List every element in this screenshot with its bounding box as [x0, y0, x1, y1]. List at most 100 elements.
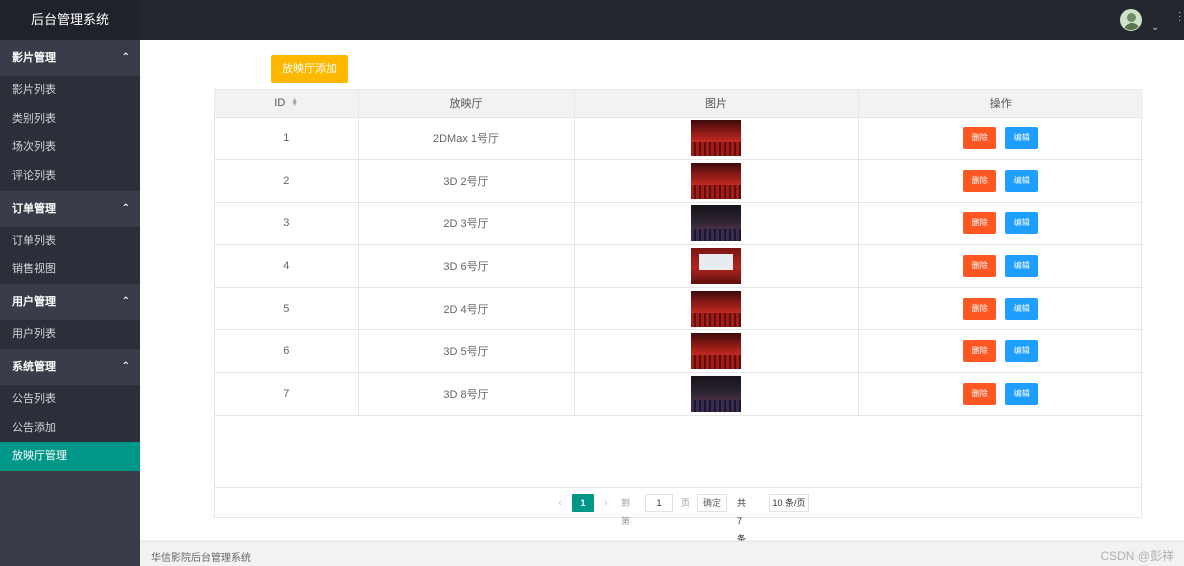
- cell-id: 7: [215, 372, 359, 416]
- cell-id: 1: [215, 117, 359, 161]
- watermark: CSDN @彭祥: [1100, 549, 1174, 563]
- chevron-up-icon: ⌃: [121, 52, 130, 63]
- sort-icon[interactable]: ▲ ▼: [291, 97, 298, 108]
- table-row: 4 3D 6号厅 删除 编辑: [215, 244, 1143, 288]
- hall-thumbnail-image: [691, 162, 741, 199]
- cell-hall: 2D 4号厅: [358, 287, 575, 331]
- cell-id: 5: [215, 287, 359, 331]
- cell-id: 6: [215, 329, 359, 374]
- cell-actions: 删除 编辑: [858, 117, 1143, 161]
- cell-actions: 删除 编辑: [858, 244, 1143, 288]
- table-row: 5 2D 4号厅 删除 编辑: [215, 287, 1143, 331]
- menu-group-user[interactable]: 用户管理 ⌃: [0, 284, 140, 321]
- edit-button[interactable]: 编辑: [1005, 255, 1039, 278]
- cell-image: [574, 244, 859, 288]
- hall-thumbnail-image: [691, 120, 741, 157]
- cell-hall: 3D 8号厅: [358, 372, 575, 416]
- sidebar-nav: 影片管理 ⌃ 影片列表 类别列表 场次列表 评论列表 订单管理 ⌃ 订单列表 销…: [0, 40, 140, 566]
- cell-hall: 3D 6号厅: [358, 244, 575, 288]
- table-row: 3 2D 3号厅 删除 编辑: [215, 202, 1143, 246]
- cell-image: [574, 159, 859, 203]
- edit-button[interactable]: 编辑: [1005, 382, 1039, 405]
- app-title: 后台管理系统: [0, 0, 140, 40]
- edit-button[interactable]: 编辑: [1005, 297, 1039, 320]
- hall-thumbnail-image: [691, 205, 741, 242]
- hall-thumbnail-image: [691, 333, 741, 370]
- cell-image: [574, 117, 859, 161]
- delete-button[interactable]: 删除: [963, 127, 997, 150]
- column-header-image: 图片: [574, 90, 859, 118]
- total-count: 共 7 条: [737, 498, 747, 544]
- add-hall-button[interactable]: 放映厅添加: [271, 55, 348, 83]
- sidebar-item-session-list[interactable]: 场次列表: [0, 133, 140, 162]
- goto-label: 到第: [621, 498, 631, 526]
- cell-image: [574, 287, 859, 331]
- menu-group-items: 公告列表 公告添加 放映厅管理: [0, 384, 140, 471]
- sidebar-item-notice-list[interactable]: 公告列表: [0, 385, 140, 414]
- footer: 华信影院后台管理系统 CSDN @彭祥: [140, 541, 1184, 566]
- cell-hall: 3D 5号厅: [358, 329, 575, 374]
- column-header-actions: 操作: [858, 90, 1143, 118]
- cell-actions: 删除 编辑: [858, 287, 1143, 331]
- hall-thumbnail-image: [691, 290, 741, 327]
- delete-button[interactable]: 删除: [963, 169, 997, 192]
- cell-image: [574, 372, 859, 416]
- sidebar-item-category-list[interactable]: 类别列表: [0, 105, 140, 134]
- edit-button[interactable]: 编辑: [1005, 212, 1039, 235]
- goto-confirm-button[interactable]: 确定: [697, 494, 727, 512]
- sidebar-item-comment-list[interactable]: 评论列表: [0, 162, 140, 191]
- hall-thumbnail-image: [691, 375, 741, 412]
- main-content: 放映厅添加 ID ▲ ▼ 放映厅 图片 操作 1 2DMax 1号厅 删除 编辑…: [140, 40, 1184, 544]
- cell-hall: 2D 3号厅: [358, 202, 575, 246]
- menu-group-items: 影片列表 类别列表 场次列表 评论列表: [0, 76, 140, 191]
- delete-button[interactable]: 删除: [963, 212, 997, 235]
- delete-button[interactable]: 删除: [963, 340, 997, 363]
- menu-group-film[interactable]: 影片管理 ⌃: [0, 40, 140, 76]
- sidebar-item-film-list[interactable]: 影片列表: [0, 76, 140, 105]
- menu-group-system[interactable]: 系统管理 ⌃: [0, 348, 140, 385]
- column-header-label: ID: [274, 97, 286, 110]
- cell-id: 4: [215, 244, 359, 288]
- sidebar-item-notice-add[interactable]: 公告添加: [0, 414, 140, 443]
- table-row: 2 3D 2号厅 删除 编辑: [215, 159, 1143, 203]
- cell-actions: 删除 编辑: [858, 202, 1143, 246]
- menu-group-label: 系统管理: [12, 360, 56, 373]
- edit-button[interactable]: 编辑: [1005, 127, 1039, 150]
- top-header: 后台管理系统 ⌄ · · ·: [0, 0, 1184, 40]
- goto-page-input[interactable]: 1: [645, 494, 673, 512]
- app-root: 后台管理系统 ⌄ · · · 影片管理 ⌃ 影片列表 类别列表 场次列表 评论列表 …: [0, 0, 1184, 566]
- chevron-left-icon[interactable]: ‹: [553, 494, 567, 512]
- sidebar-item-user-list[interactable]: 用户列表: [0, 320, 140, 349]
- cell-actions: 删除 编辑: [858, 329, 1143, 374]
- sidebar-item-sales-view[interactable]: 销售视图: [0, 255, 140, 284]
- cell-actions: 删除 编辑: [858, 159, 1143, 203]
- menu-group-order[interactable]: 订单管理 ⌃: [0, 190, 140, 227]
- chevron-right-icon[interactable]: ›: [599, 494, 613, 512]
- page-size-select[interactable]: 10 条/页: [769, 494, 809, 512]
- more-vertical-icon[interactable]: · · ·: [1178, 8, 1181, 26]
- delete-button[interactable]: 删除: [963, 297, 997, 320]
- page-label: 页: [681, 498, 691, 508]
- cell-hall: 2DMax 1号厅: [358, 117, 575, 161]
- column-header-id[interactable]: ID ▲ ▼: [215, 90, 359, 118]
- current-page-button[interactable]: 1: [572, 494, 594, 512]
- table-row: 1 2DMax 1号厅 删除 编辑: [215, 117, 1143, 161]
- sidebar-item-order-list[interactable]: 订单列表: [0, 227, 140, 256]
- chevron-down-icon[interactable]: ⌄: [1151, 22, 1159, 33]
- edit-button[interactable]: 编辑: [1005, 169, 1039, 192]
- footer-text: 华信影院后台管理系统: [151, 553, 251, 564]
- cell-image: [574, 329, 859, 374]
- user-avatar[interactable]: [1120, 9, 1142, 31]
- cell-id: 3: [215, 202, 359, 246]
- chevron-up-icon: ⌃: [121, 296, 130, 308]
- edit-button[interactable]: 编辑: [1005, 340, 1039, 363]
- delete-button[interactable]: 删除: [963, 382, 997, 405]
- table-header-row: ID ▲ ▼ 放映厅 图片 操作: [215, 90, 1143, 118]
- cell-hall: 3D 2号厅: [358, 159, 575, 203]
- delete-button[interactable]: 删除: [963, 255, 997, 278]
- menu-group-items: 用户列表: [0, 320, 140, 349]
- hall-table: ID ▲ ▼ 放映厅 图片 操作 1 2DMax 1号厅 删除 编辑 2 3D …: [215, 90, 1143, 416]
- cell-actions: 删除 编辑: [858, 372, 1143, 416]
- cell-id: 2: [215, 159, 359, 203]
- sidebar-item-hall-management[interactable]: 放映厅管理: [0, 442, 140, 471]
